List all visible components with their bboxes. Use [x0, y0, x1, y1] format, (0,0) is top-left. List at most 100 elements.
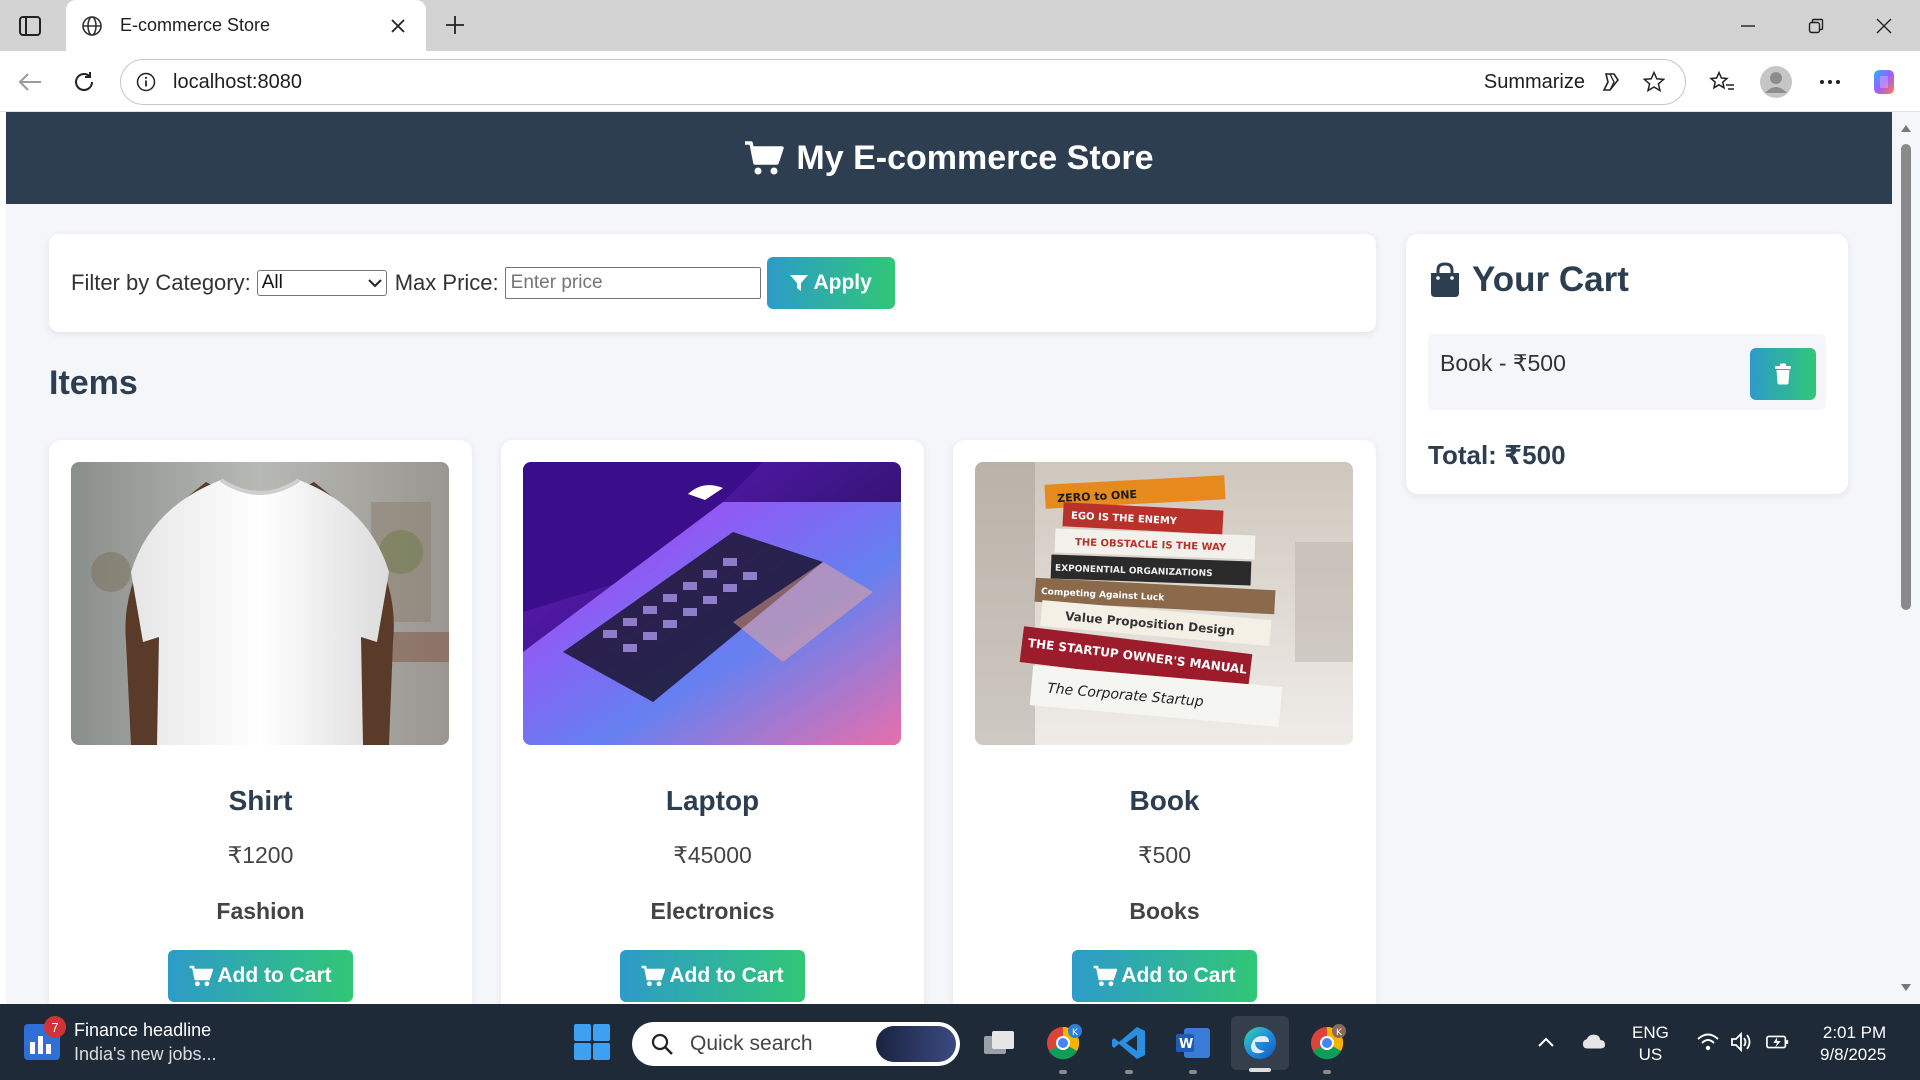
task-view-icon[interactable]	[978, 1022, 1020, 1064]
language-region: US	[1638, 1045, 1663, 1064]
window-close-icon[interactable]	[1850, 0, 1918, 51]
max-price-label: Max Price:	[394, 270, 499, 295]
product-name: Laptop	[665, 785, 760, 816]
page-viewport: My E-commerce Store Filter by Category: …	[6, 112, 1892, 1004]
add-to-cart-label: Add to Cart	[1121, 964, 1236, 987]
wifi-icon[interactable]	[1696, 1030, 1720, 1054]
add-to-cart-label: Add to Cart	[669, 964, 784, 987]
product-card-laptop: Laptop ₹45000 Electronics Add to Cart	[501, 440, 924, 1004]
language-code: ENG	[1632, 1023, 1669, 1042]
url-text[interactable]: localhost:8080	[173, 71, 1484, 94]
restore-icon[interactable]	[1782, 0, 1850, 51]
system-clock[interactable]: 2:01 PM 9/8/2025	[1820, 1022, 1886, 1066]
apply-button-label: Apply	[813, 271, 872, 294]
copilot-icon[interactable]	[1866, 64, 1902, 100]
globe-icon	[80, 14, 104, 38]
items-heading: Items	[49, 364, 138, 402]
page-scrollbar[interactable]	[1892, 112, 1920, 1004]
chrome-profile-k-icon[interactable]: K	[1042, 1022, 1084, 1074]
cart-icon	[641, 965, 666, 987]
language-indicator[interactable]: ENG US	[1632, 1022, 1669, 1066]
clock-date: 9/8/2025	[1820, 1045, 1887, 1064]
cart-icon	[1093, 965, 1118, 987]
site-header: My E-commerce Store	[6, 112, 1892, 204]
add-to-cart-button[interactable]: Add to Cart	[1072, 950, 1257, 1002]
onedrive-cloud-icon[interactable]	[1582, 1030, 1606, 1054]
product-price: ₹45000	[673, 842, 752, 868]
cart-item: Book - ₹500	[1428, 334, 1826, 410]
favorite-star-icon[interactable]	[1637, 65, 1671, 99]
word-icon[interactable]: W	[1172, 1022, 1214, 1074]
product-card-book: ZERO to ONE EGO IS THE ENEMY THE OBSTACL…	[953, 440, 1376, 1004]
filter-funnel-icon	[790, 275, 809, 291]
battery-charging-icon[interactable]	[1766, 1030, 1790, 1054]
product-category: Electronics	[650, 898, 775, 924]
category-select[interactable]: All	[256, 270, 387, 296]
laptop-product-image	[523, 462, 901, 745]
cart-panel: Your Cart Book - ₹500 Total: ₹500	[1406, 234, 1848, 494]
product-card-shirt: Shirt ₹1200 Fashion Add to Cart	[49, 440, 472, 1004]
news-title: Finance headline	[74, 1020, 212, 1040]
scrollbar-thumb[interactable]	[1901, 144, 1911, 610]
books-product-image: ZERO to ONE EGO IS THE ENEMY THE OBSTACL…	[975, 462, 1353, 745]
news-widget[interactable]: 7 Finance headline India's new jobs...	[24, 1016, 217, 1066]
filter-panel: Filter by Category: All Max Price: Apply	[49, 234, 1376, 332]
news-subtitle: India's new jobs...	[74, 1044, 217, 1064]
profile-avatar-icon[interactable]	[1758, 64, 1794, 100]
shirt-product-image	[71, 462, 449, 745]
more-options-icon[interactable]	[1812, 64, 1848, 100]
category-select-value: All	[261, 272, 283, 293]
summarize-button[interactable]: Summarize	[1484, 71, 1585, 94]
favorites-icon[interactable]	[1704, 64, 1740, 100]
sidebar-toggle-icon[interactable]	[14, 10, 46, 42]
minimize-icon[interactable]	[1714, 0, 1782, 51]
clock-time: 2:01 PM	[1822, 1023, 1887, 1042]
product-price: ₹1200	[227, 842, 294, 868]
add-to-cart-label: Add to Cart	[217, 964, 332, 987]
edge-icon[interactable]	[1231, 1016, 1289, 1072]
cart-heading-text: Your Cart	[1472, 260, 1629, 299]
reload-icon[interactable]	[66, 64, 102, 100]
windows-taskbar: 7 Finance headline India's new jobs... Q…	[0, 1004, 1920, 1080]
news-badge: 7	[44, 1016, 66, 1038]
cart-total: Total: ₹500	[1428, 440, 1566, 470]
shopping-bag-icon	[1431, 262, 1459, 297]
taskbar-search[interactable]: Quick search	[632, 1022, 960, 1066]
search-placeholder: Quick search	[690, 1032, 813, 1055]
apply-filter-button[interactable]: Apply	[766, 257, 895, 309]
browser-toolbar: localhost:8080 Summarize	[0, 51, 1920, 112]
back-arrow-icon[interactable]	[12, 64, 48, 100]
shopping-cart-icon	[745, 141, 785, 175]
address-bar[interactable]: localhost:8080 Summarize	[120, 59, 1686, 105]
scroll-up-icon[interactable]	[1898, 120, 1914, 136]
windows-start-icon[interactable]	[574, 1024, 610, 1060]
vscode-icon[interactable]	[1108, 1022, 1150, 1074]
product-category: Books	[1129, 898, 1200, 924]
svg-text:W: W	[1179, 1037, 1193, 1052]
info-icon[interactable]	[135, 71, 157, 93]
trash-icon	[1775, 363, 1791, 385]
chrome-profile-k2-icon[interactable]: K	[1306, 1022, 1348, 1074]
cart-icon	[189, 965, 214, 987]
cart-heading: Your Cart	[1428, 260, 1629, 300]
cart-item-label: Book - ₹500	[1440, 350, 1566, 376]
add-to-cart-button[interactable]: Add to Cart	[168, 950, 353, 1002]
volume-icon[interactable]	[1730, 1030, 1754, 1054]
product-category: Fashion	[216, 898, 305, 924]
remove-item-button[interactable]	[1750, 348, 1816, 400]
close-icon[interactable]	[384, 12, 412, 40]
browser-tab[interactable]: E-commerce Store	[66, 0, 426, 51]
copilot-summarize-icon[interactable]	[1595, 65, 1629, 99]
max-price-input[interactable]	[504, 267, 761, 299]
product-price: ₹500	[1137, 842, 1191, 868]
news-widget-icon: 7	[24, 1016, 66, 1060]
scroll-down-icon[interactable]	[1898, 980, 1914, 996]
product-name: Shirt	[228, 785, 293, 816]
new-tab-icon[interactable]	[438, 8, 472, 42]
product-name: Book	[1129, 785, 1200, 816]
tab-title: E-commerce Store	[120, 15, 271, 35]
chevron-up-icon[interactable]	[1534, 1030, 1558, 1054]
category-filter-label: Filter by Category:	[71, 270, 251, 295]
add-to-cart-button[interactable]: Add to Cart	[620, 950, 805, 1002]
site-title: My E-commerce Store	[796, 138, 1154, 177]
